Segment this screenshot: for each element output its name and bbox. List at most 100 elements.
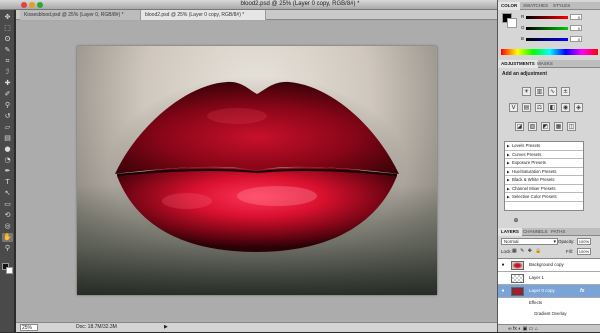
color-balance-icon[interactable]: ⚖ bbox=[535, 103, 544, 112]
threshold-icon[interactable]: ◩ bbox=[541, 122, 550, 131]
fill-field[interactable]: 100% bbox=[577, 248, 591, 255]
preset-black-white[interactable]: Black & White Presets bbox=[505, 176, 583, 185]
3d-rotate-tool-icon[interactable]: ⟲ bbox=[2, 211, 13, 220]
marquee-tool-icon[interactable]: ⬚ bbox=[2, 24, 13, 33]
blur-tool-icon[interactable]: ● bbox=[2, 145, 13, 154]
adjustments-title: Add an adjustment bbox=[502, 71, 548, 77]
tab-channels[interactable]: CHANNELS bbox=[520, 228, 551, 236]
shape-tool-icon[interactable]: ▭ bbox=[2, 200, 13, 209]
color-panel-tabs: COLOR SWATCHES STYLES bbox=[498, 2, 600, 10]
quick-selection-tool-icon[interactable]: ✎ bbox=[2, 46, 13, 55]
exposure-icon[interactable]: ± bbox=[561, 87, 570, 96]
clip-layer-icon[interactable]: ⊕ bbox=[512, 217, 520, 225]
tab-label: Kissesblood.psd @ 25% (Layer 0, RGB/8#) … bbox=[24, 12, 124, 18]
channel-mixer-icon[interactable]: ◈ bbox=[574, 103, 583, 112]
green-slider[interactable] bbox=[526, 27, 568, 30]
background-color-swatch[interactable] bbox=[6, 267, 13, 274]
tab-adjustments[interactable]: ADJUSTMENTS bbox=[498, 60, 538, 68]
clone-stamp-tool-icon[interactable]: ⚲ bbox=[2, 101, 13, 110]
pen-tool-icon[interactable]: ✒ bbox=[2, 167, 13, 176]
history-brush-tool-icon[interactable]: ↺ bbox=[2, 112, 13, 121]
green-slider-label: G bbox=[521, 25, 525, 30]
preset-levels[interactable]: Levels Presets bbox=[505, 142, 583, 151]
layer-name: Layer 0 copy bbox=[529, 288, 555, 293]
type-tool-icon[interactable]: T bbox=[2, 178, 13, 187]
blue-slider-label: B bbox=[521, 36, 525, 41]
levels-icon[interactable]: ▥ bbox=[535, 87, 544, 96]
preset-curves[interactable]: Curves Presets bbox=[505, 151, 583, 159]
curves-icon[interactable]: ∿ bbox=[548, 87, 557, 96]
tab-blood2[interactable]: blood2.psd @ 25% (Layer 0 copy, RGB/8#) … bbox=[141, 10, 266, 20]
layers-footer-icons[interactable]: ∞ fx ◐ ▣ ▭ ⌂ bbox=[498, 326, 538, 332]
background-color-box[interactable] bbox=[507, 18, 517, 28]
blue-value[interactable]: 0 bbox=[570, 36, 582, 42]
fx-icon[interactable]: fx bbox=[580, 288, 584, 294]
preset-selective-color[interactable]: Selective Color Presets bbox=[505, 193, 583, 202]
hand-tool-icon[interactable]: ✋ bbox=[2, 233, 13, 242]
adjustment-presets-list: Levels Presets Curves Presets Exposure P… bbox=[504, 141, 584, 211]
lasso-tool-icon[interactable]: ʘ bbox=[2, 35, 13, 44]
tab-label: blood2.psd @ 25% (Layer 0 copy, RGB/8#) … bbox=[145, 12, 245, 18]
layers-list: ● Background copy Layer 1 ● Layer 0 copy… bbox=[498, 258, 600, 324]
status-menu-arrow-icon[interactable]: ▶ bbox=[164, 323, 168, 332]
photo-filter-icon[interactable]: ◉ bbox=[561, 103, 570, 112]
adjustments-panel-tabs: ADJUSTMENTS MASKS bbox=[498, 60, 600, 68]
tab-color[interactable]: COLOR bbox=[498, 2, 521, 10]
red-value[interactable]: 0 bbox=[570, 14, 582, 20]
tab-swatches[interactable]: SWATCHES bbox=[520, 2, 551, 10]
lock-label: Lock: bbox=[501, 249, 512, 254]
preset-hue-saturation[interactable]: Hue/Saturation Presets bbox=[505, 168, 583, 176]
color-spectrum-bar[interactable] bbox=[501, 49, 598, 55]
healing-brush-tool-icon[interactable]: ✚ bbox=[2, 79, 13, 88]
posterize-icon[interactable]: ▨ bbox=[528, 122, 537, 131]
3d-orbit-tool-icon[interactable]: ◎ bbox=[2, 222, 13, 231]
layer-name: Background copy bbox=[529, 262, 564, 267]
layer-name: Layer 1 bbox=[529, 275, 545, 280]
eye-icon[interactable]: ● bbox=[500, 288, 506, 294]
zoom-tool-icon[interactable]: ⚲ bbox=[2, 244, 13, 253]
tab-styles[interactable]: STYLES bbox=[550, 2, 573, 10]
crop-tool-icon[interactable]: ⌗ bbox=[2, 57, 13, 66]
gradient-overlay-row[interactable]: Gradient Overlay bbox=[498, 310, 600, 318]
dodge-tool-icon[interactable]: ◔ bbox=[2, 156, 13, 165]
selective-color-icon[interactable]: ◫ bbox=[567, 122, 576, 131]
zoom-field[interactable]: 25% bbox=[20, 324, 38, 331]
blue-slider[interactable] bbox=[526, 38, 568, 41]
tab-paths[interactable]: PATHS bbox=[548, 228, 568, 236]
path-selection-tool-icon[interactable]: ↖ bbox=[2, 189, 13, 198]
green-value[interactable]: 0 bbox=[570, 25, 582, 31]
eyedropper-tool-icon[interactable]: ℐ bbox=[2, 68, 13, 77]
effects-row[interactable]: Effects bbox=[498, 299, 600, 307]
eye-icon[interactable]: ● bbox=[500, 262, 506, 268]
gradient-map-icon[interactable]: ▦ bbox=[554, 122, 563, 131]
right-panels: COLOR SWATCHES STYLES R 0 G 0 B 0 ADJUST… bbox=[497, 0, 600, 332]
layer-row-selected[interactable]: ● Layer 0 copy fx bbox=[498, 285, 600, 298]
opacity-label: Opacity: bbox=[558, 239, 575, 244]
brightness-icon[interactable]: ☀ bbox=[522, 87, 531, 96]
preset-exposure[interactable]: Exposure Presets bbox=[505, 159, 583, 168]
vibrance-icon[interactable]: V bbox=[509, 103, 518, 112]
eraser-tool-icon[interactable]: ▱ bbox=[2, 123, 13, 132]
layers-footer: ∞ fx ◐ ▣ ▭ ⌂ bbox=[498, 324, 600, 332]
layer-row[interactable]: ● Background copy bbox=[498, 259, 600, 272]
tools-panel: ✥ ⬚ ʘ ✎ ⌗ ℐ ✚ ✐ ⚲ ↺ ▱ ▤ ● ◔ ✒ T ↖ ▭ ⟲ ◎ … bbox=[0, 10, 15, 332]
preset-channel-mixer[interactable]: Channel Mixer Presets bbox=[505, 185, 583, 193]
fill-label: Fill: bbox=[566, 249, 573, 254]
red-slider[interactable] bbox=[526, 16, 568, 19]
gradient-tool-icon[interactable]: ▤ bbox=[2, 134, 13, 143]
document-area: Kissesblood.psd @ 25% (Layer 0, RGB/8#) … bbox=[16, 10, 497, 332]
black-white-icon[interactable]: ◧ bbox=[548, 103, 557, 112]
layer-row[interactable]: Layer 1 bbox=[498, 272, 600, 285]
lock-icons[interactable]: ▦ ✎ ✥ 🔒 bbox=[512, 248, 543, 254]
opacity-field[interactable]: 100% bbox=[577, 238, 591, 245]
lips-photo[interactable] bbox=[77, 46, 437, 295]
tab-kissesblood[interactable]: Kissesblood.psd @ 25% (Layer 0, RGB/8#) … bbox=[20, 10, 141, 20]
blend-mode-select[interactable]: Normal bbox=[501, 238, 558, 245]
brush-tool-icon[interactable]: ✐ bbox=[2, 90, 13, 99]
move-tool-icon[interactable]: ✥ bbox=[2, 13, 13, 22]
tab-layers[interactable]: LAYERS bbox=[498, 228, 522, 236]
invert-icon[interactable]: ◪ bbox=[515, 122, 524, 131]
hue-saturation-icon[interactable]: ▤ bbox=[522, 103, 531, 112]
tab-masks[interactable]: MASKS bbox=[534, 60, 556, 68]
document-size: Doc: 18.7M/32.3M bbox=[76, 324, 117, 330]
